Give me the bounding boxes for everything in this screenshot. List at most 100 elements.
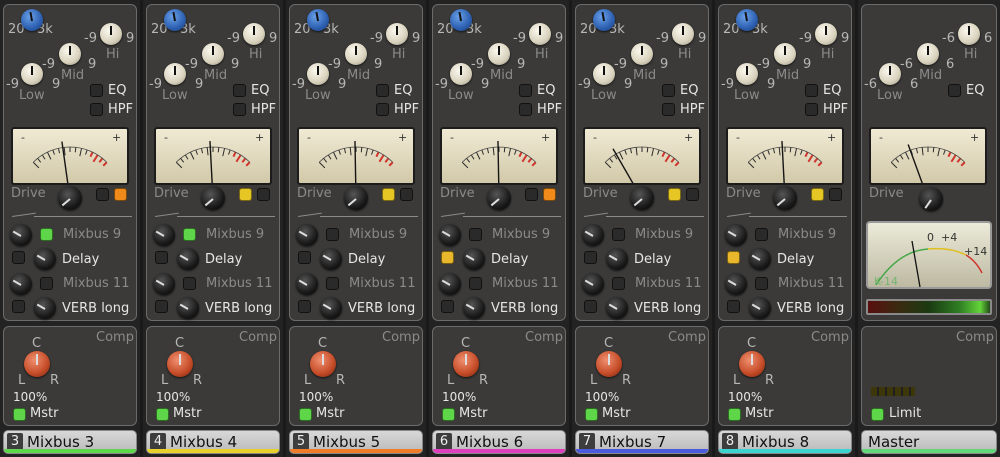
send-mixbus11-button[interactable] bbox=[40, 277, 53, 290]
send-verb-button[interactable] bbox=[441, 300, 454, 313]
drive-button-b[interactable] bbox=[400, 188, 413, 201]
master-assign-button[interactable] bbox=[13, 408, 26, 421]
master-assign-button[interactable] bbox=[728, 408, 741, 421]
drive-button-b[interactable] bbox=[829, 188, 842, 201]
send-verb-knob[interactable] bbox=[749, 297, 771, 319]
send-delay-knob[interactable] bbox=[320, 248, 342, 270]
send-verb-knob[interactable] bbox=[320, 297, 342, 319]
send-verb-knob[interactable] bbox=[463, 297, 485, 319]
send-mixbus9-button[interactable] bbox=[755, 228, 768, 241]
send-mixbus9-button[interactable] bbox=[612, 228, 625, 241]
eq-low-knob[interactable] bbox=[307, 63, 329, 85]
pan-knob[interactable] bbox=[167, 351, 193, 377]
hpf-enable-button[interactable] bbox=[519, 103, 532, 116]
hpf-enable-button[interactable] bbox=[662, 103, 675, 116]
drive-button-b[interactable] bbox=[257, 188, 270, 201]
pan-knob[interactable] bbox=[453, 351, 479, 377]
drive-knob[interactable] bbox=[201, 186, 225, 210]
send-verb-knob[interactable] bbox=[177, 297, 199, 319]
strip-name-button[interactable]: 3 Mixbus 3 bbox=[3, 430, 137, 454]
send-verb-button[interactable] bbox=[727, 300, 740, 313]
send-mixbus11-button[interactable] bbox=[755, 277, 768, 290]
drive-button-b[interactable] bbox=[686, 188, 699, 201]
drive-knob[interactable] bbox=[58, 186, 82, 210]
eq-low-knob[interactable] bbox=[21, 63, 43, 85]
eq-freq-knob[interactable] bbox=[593, 9, 615, 31]
send-mixbus11-button[interactable] bbox=[469, 277, 482, 290]
eq-hi-knob[interactable] bbox=[100, 23, 122, 45]
master-assign-button[interactable] bbox=[442, 408, 455, 421]
eq-hi-knob[interactable] bbox=[243, 23, 265, 45]
eq-low-knob[interactable] bbox=[450, 63, 472, 85]
master-assign-button[interactable] bbox=[585, 408, 598, 421]
drive-button-a[interactable] bbox=[96, 188, 109, 201]
strip-name-button[interactable]: 6 Mixbus 6 bbox=[432, 430, 566, 454]
send-mixbus9-knob[interactable] bbox=[582, 224, 604, 246]
send-delay-knob[interactable] bbox=[749, 248, 771, 270]
eq-mid-knob[interactable] bbox=[631, 43, 653, 65]
send-verb-button[interactable] bbox=[155, 300, 168, 313]
eq-freq-knob[interactable] bbox=[164, 9, 186, 31]
send-mixbus11-knob[interactable] bbox=[582, 273, 604, 295]
send-mixbus11-button[interactable] bbox=[326, 277, 339, 290]
eq-hi-knob[interactable] bbox=[672, 23, 694, 45]
drive-knob[interactable] bbox=[344, 186, 368, 210]
eq-low-knob[interactable] bbox=[164, 63, 186, 85]
strip-name-button[interactable]: 4 Mixbus 4 bbox=[146, 430, 280, 454]
send-delay-knob[interactable] bbox=[177, 248, 199, 270]
strip-name-button[interactable]: 7 Mixbus 7 bbox=[575, 430, 709, 454]
send-verb-button[interactable] bbox=[298, 300, 311, 313]
master-eq-hi-knob[interactable] bbox=[958, 23, 980, 45]
send-delay-button[interactable] bbox=[584, 251, 597, 264]
eq-freq-knob[interactable] bbox=[307, 9, 329, 31]
send-delay-knob[interactable] bbox=[34, 248, 56, 270]
drive-button-a[interactable] bbox=[239, 188, 252, 201]
send-mixbus9-button[interactable] bbox=[469, 228, 482, 241]
drive-button-a[interactable] bbox=[811, 188, 824, 201]
send-mixbus11-knob[interactable] bbox=[296, 273, 318, 295]
eq-enable-button[interactable] bbox=[376, 84, 389, 97]
send-mixbus11-knob[interactable] bbox=[153, 273, 175, 295]
eq-freq-knob[interactable] bbox=[450, 9, 472, 31]
eq-mid-knob[interactable] bbox=[488, 43, 510, 65]
eq-hi-knob[interactable] bbox=[386, 23, 408, 45]
eq-mid-knob[interactable] bbox=[59, 43, 81, 65]
send-mixbus9-knob[interactable] bbox=[439, 224, 461, 246]
send-verb-knob[interactable] bbox=[34, 297, 56, 319]
send-verb-knob[interactable] bbox=[606, 297, 628, 319]
send-mixbus9-button[interactable] bbox=[326, 228, 339, 241]
eq-hi-knob[interactable] bbox=[815, 23, 837, 45]
eq-enable-button[interactable] bbox=[233, 84, 246, 97]
eq-mid-knob[interactable] bbox=[345, 43, 367, 65]
send-delay-button[interactable] bbox=[727, 251, 740, 264]
pan-knob[interactable] bbox=[24, 351, 50, 377]
hpf-enable-button[interactable] bbox=[805, 103, 818, 116]
pan-knob[interactable] bbox=[310, 351, 336, 377]
eq-enable-button[interactable] bbox=[805, 84, 818, 97]
hpf-enable-button[interactable] bbox=[90, 103, 103, 116]
drive-button-b[interactable] bbox=[114, 188, 127, 201]
limit-button[interactable] bbox=[871, 408, 884, 421]
master-drive-knob[interactable] bbox=[919, 187, 943, 211]
send-mixbus11-knob[interactable] bbox=[10, 273, 32, 295]
send-verb-button[interactable] bbox=[12, 300, 25, 313]
send-mixbus9-button[interactable] bbox=[40, 228, 53, 241]
master-assign-button[interactable] bbox=[156, 408, 169, 421]
pan-knob[interactable] bbox=[739, 351, 765, 377]
send-delay-button[interactable] bbox=[441, 251, 454, 264]
send-delay-knob[interactable] bbox=[463, 248, 485, 270]
master-eq-mid-knob[interactable] bbox=[917, 43, 939, 65]
send-mixbus9-knob[interactable] bbox=[153, 224, 175, 246]
drive-button-a[interactable] bbox=[382, 188, 395, 201]
drive-knob[interactable] bbox=[630, 186, 654, 210]
send-mixbus9-knob[interactable] bbox=[725, 224, 747, 246]
strip-name-button[interactable]: 5 Mixbus 5 bbox=[289, 430, 423, 454]
eq-freq-knob[interactable] bbox=[736, 9, 758, 31]
master-assign-button[interactable] bbox=[299, 408, 312, 421]
master-eq-enable-button[interactable] bbox=[948, 84, 961, 97]
pan-knob[interactable] bbox=[596, 351, 622, 377]
strip-name-button[interactable]: 8 Mixbus 8 bbox=[718, 430, 852, 454]
send-delay-button[interactable] bbox=[155, 251, 168, 264]
send-mixbus11-knob[interactable] bbox=[725, 273, 747, 295]
send-delay-button[interactable] bbox=[298, 251, 311, 264]
